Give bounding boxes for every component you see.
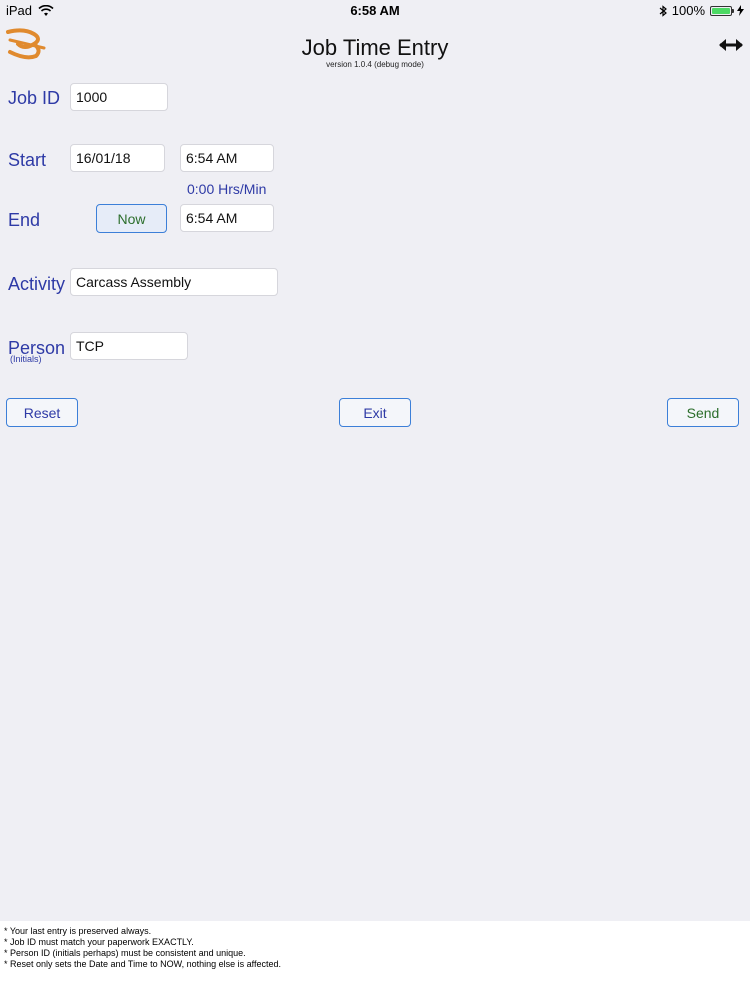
- bluetooth-icon: [659, 4, 667, 17]
- notes-list: * Your last entry is preserved always. *…: [0, 921, 750, 975]
- charging-icon: [737, 5, 744, 16]
- send-button[interactable]: Send: [667, 398, 739, 427]
- page-title: Job Time Entry: [301, 35, 449, 60]
- end-time-input[interactable]: 6:54 AM: [180, 204, 274, 232]
- battery-percent: 100%: [671, 3, 705, 18]
- status-bar: iPad 6:58 AM 100%: [0, 0, 750, 20]
- status-time: 6:58 AM: [350, 3, 400, 18]
- now-button[interactable]: Now: [96, 204, 167, 233]
- start-date-input[interactable]: 16/01/18: [70, 144, 165, 172]
- duration-display: 0:00 Hrs/Min: [187, 181, 267, 197]
- resize-arrows-icon[interactable]: [718, 36, 744, 54]
- note-item: * Your last entry is preserved always.: [4, 926, 152, 936]
- footer-notes-panel: * Your last entry is preserved always. *…: [0, 921, 750, 1000]
- battery-icon: [710, 5, 734, 16]
- note-item: * Reset only sets the Date and Time to N…: [4, 959, 281, 969]
- person-sublabel: (Initials): [10, 354, 42, 364]
- exit-button[interactable]: Exit: [339, 398, 411, 427]
- note-item: * Job ID must match your paperwork EXACT…: [4, 937, 194, 947]
- start-label: Start: [8, 150, 47, 170]
- battery-level: [712, 7, 730, 14]
- start-time-input[interactable]: 6:54 AM: [180, 144, 274, 172]
- activity-label: Activity: [8, 274, 66, 294]
- job-id-label: Job ID: [8, 88, 61, 108]
- activity-input[interactable]: Carcass Assembly: [70, 268, 278, 296]
- version-subtitle: version 1.0.4 (debug mode): [326, 60, 424, 69]
- reset-button[interactable]: Reset: [6, 398, 78, 427]
- end-label: End: [8, 210, 41, 230]
- person-input[interactable]: TCP: [70, 332, 188, 360]
- job-id-input[interactable]: 1000: [70, 83, 168, 111]
- note-item: * Person ID (initials perhaps) must be c…: [4, 948, 246, 958]
